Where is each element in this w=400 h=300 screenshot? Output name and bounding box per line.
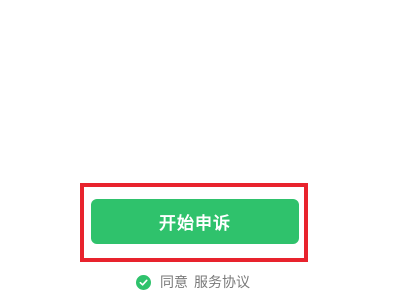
agree-label: 同意 (160, 275, 188, 291)
appeal-page: 开始申诉 同意 服务协议 (0, 0, 400, 300)
agreement-row: 同意 服务协议 (136, 272, 250, 292)
start-appeal-label: 开始申诉 (159, 214, 231, 234)
start-appeal-button[interactable]: 开始申诉 (91, 199, 299, 244)
service-agreement-link[interactable]: 服务协议 (194, 272, 250, 292)
check-circle-icon[interactable] (136, 274, 151, 290)
checkmark-glyph (139, 279, 148, 286)
